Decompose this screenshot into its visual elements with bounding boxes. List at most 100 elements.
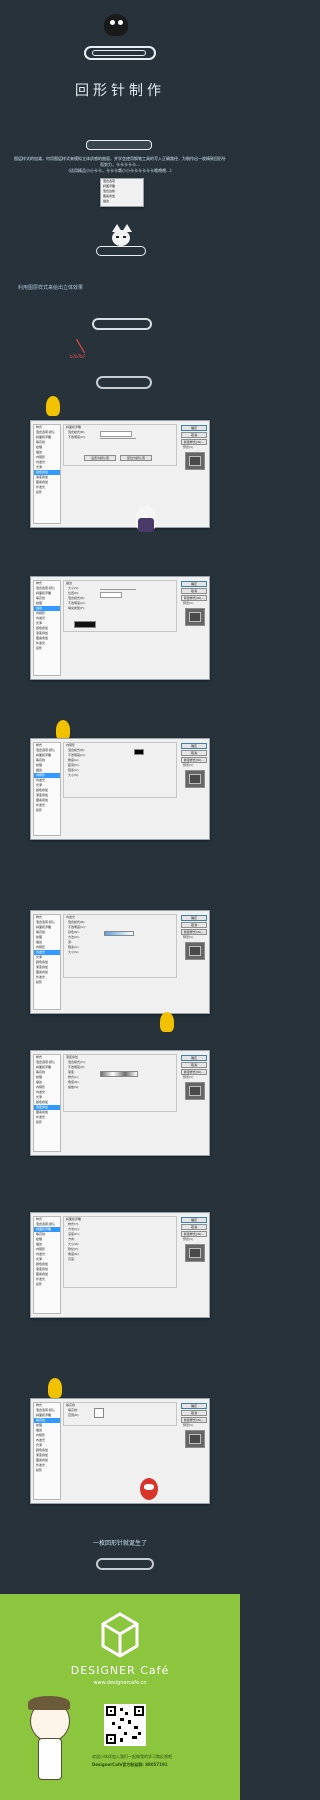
paperclip-icon [96,376,152,389]
options-group: 渐变叠加 混合模式(O): 不透明度(P): 渐变: 样式(L): 角度(N):… [63,1054,177,1112]
mascot-yellow [46,396,60,416]
cancel-button[interactable]: 取消 [181,1224,207,1230]
ok-button[interactable]: 确定 [181,1403,207,1409]
options-group: 等高线 等高线: 范围(R): [63,1402,177,1426]
contour-thumbnail[interactable] [94,1408,104,1418]
preview-checkbox[interactable]: 预览(V) [183,935,193,940]
intro-text: 图层样式的加减，何用图层样式来模拟立体质感的曲面，并学会使用钢笔工具的写入正确路… [14,156,226,167]
sidebar-item[interactable]: 投影 [34,1120,60,1125]
ok-button[interactable]: 确定 [181,581,207,587]
cancel-button[interactable]: 取消 [181,588,207,594]
style-preview [185,1244,205,1262]
sidebar-item[interactable]: 投影 [34,490,60,495]
style-sidebar: 样式 混合选项:默认 斜面和浮雕 等高线 纹理 描边 内阴影 内发光 光泽 颜色… [33,914,61,1010]
menu-item[interactable]: 描边 [101,199,143,204]
ok-button[interactable]: 确定 [181,1217,207,1223]
cancel-button[interactable]: 取消 [181,1410,207,1416]
sidebar-item[interactable]: 投影 [34,646,60,651]
options-group: 内阴影 混合模式(B): 不透明度(O): 角度(A): 距离(D): 阻塞(C… [63,742,177,798]
cancel-button[interactable]: 取消 [181,922,207,928]
size-slider[interactable] [100,589,136,590]
cancel-button[interactable]: 取消 [181,750,207,756]
position-select[interactable] [100,592,122,598]
preview-checkbox[interactable]: 预览(V) [183,445,193,450]
sidebar-item[interactable]: 投影 [34,1468,60,1473]
options-group: 斜面和浮雕 混合模式(B): 不透明度(O): 设置为默认值 复位为默认值 [63,424,177,466]
row-label: 缩放(S): [68,1085,80,1089]
reset-default-button[interactable]: 复位为默认值 [120,455,152,461]
page-title: 回形针制作 [75,83,165,99]
cancel-button[interactable]: 取消 [181,1062,207,1068]
cat-mascot-ear [112,224,122,232]
ok-button[interactable]: 确定 [181,743,207,749]
style-preview [185,1082,205,1100]
cat-mascot-eye [116,236,119,238]
gradient-swatch[interactable] [104,931,134,936]
color-code-label: b7b7b7 [70,354,86,359]
mascot-character-body [38,1738,62,1780]
ok-button[interactable]: 确定 [181,1055,207,1061]
style-sidebar: 样式 混合选项:默认 斜面和浮雕 等高线 纹理 描边 内阴影 内发光 光泽 颜色… [33,1216,61,1314]
style-preview [185,608,205,626]
style-preview [185,1430,205,1448]
layer-style-dialog: 样式 混合选项:默认 斜面和浮雕 等高线 纹理 描边 内阴影 内发光 光泽 颜色… [30,910,210,1014]
preview-checkbox[interactable]: 预览(V) [183,601,193,606]
shadow-color-swatch[interactable] [134,749,144,755]
cat-mascot-body [138,518,154,532]
cube-logo-icon [101,1612,139,1658]
row-label: 大小(S): [68,950,80,954]
preview-checkbox[interactable]: 预览(V) [183,1423,193,1428]
row-label: 高度: [68,1257,76,1261]
step-note: 利用图层样式来给出立体效果 [18,285,84,291]
sidebar-item[interactable]: 投影 [34,980,60,985]
layer-style-dialog: 样式 混合选项:默认 斜面和浮雕 等高线 纹理 描边 内阴影 内发光 光泽 颜色… [30,1398,210,1504]
header-mascot [104,14,128,36]
style-preview [185,452,205,470]
set-default-button[interactable]: 设置为默认值 [84,455,116,461]
robot-mascot-face [144,1484,154,1490]
cancel-button[interactable]: 取消 [181,432,207,438]
preview-checkbox[interactable]: 预览(V) [183,1237,193,1242]
stroke-color-swatch[interactable] [74,621,96,628]
header-mascot-eye [110,20,115,25]
paperclip-thumbnail [86,140,152,150]
intro-subtext: (适用精品小小卡卡，卡卡卡哦小小卡卡卡卡卡卡哦喂喂…) [68,168,172,173]
layer-style-dialog: 样式 混合选项:默认 斜面和浮雕 等高线 纹理 描边 内阴影 内发光 光泽 颜色… [30,576,210,680]
options-group: 描边 大小(S): 位置(P): 混合模式(B): 不透明度(O): 填充类型(… [63,580,177,632]
preview-checkbox[interactable]: 预览(V) [183,763,193,768]
ending-text: 一枚回形针就诞生了 [92,1540,147,1547]
qr-caption-group: DesignerCafe官方粉丝群: 88057191 [92,1762,168,1767]
pointer-line [76,338,85,354]
style-preview [185,770,205,788]
layer-style-dialog: 样式 混合选项:默认 斜面和浮雕 等高线 纹理 描边 内阴影 内发光 光泽 颜色… [30,738,210,840]
paperclip-icon [92,50,146,56]
blend-mode-select[interactable] [100,431,132,437]
style-sidebar: 样式 混合选项:默认 斜面和浮雕 等高线 纹理 描边 内阴影 内发光 光泽 颜色… [33,580,61,676]
mascot-character-hair [28,1696,70,1710]
header-mascot-eye [118,20,123,25]
cat-mascot-eye [123,236,126,238]
brand-url: www.designercafe.cn [93,1680,147,1686]
row-label: 范围(R): [68,1413,80,1417]
preview-checkbox[interactable]: 预览(V) [183,1075,193,1080]
layer-style-dialog: 样式 混合选项:默认 斜面和浮雕 等高线 纹理 描边 内阴影 内发光 光泽 颜色… [30,1212,210,1318]
row-label: 填充类型(F): [68,606,86,610]
ok-button[interactable]: 确定 [181,915,207,921]
mascot-yellow [56,720,70,740]
qr-code[interactable] [104,1704,146,1746]
style-sidebar: 样式 混合选项:默认 斜面和浮雕 等高线 纹理 描边 内阴影 内发光 光泽 颜色… [33,424,61,524]
qr-caption: 欢迎小伙伴加入我们一起做我的学习和反馈吧 [92,1754,172,1759]
layer-style-dialog: 样式 混合选项:默认 斜面和浮雕 等高线 纹理 描边 内阴影 内发光 光泽 颜色… [30,420,210,528]
layer-style-menu: 混合选项 斜面浮雕 混合边缘 图案叠加 描边 [100,178,144,207]
cat-mascot-ear [122,224,132,232]
cat-mascot [112,230,130,246]
sidebar-item[interactable]: 投影 [34,808,60,813]
gradient-swatch[interactable] [100,1071,138,1077]
ok-button[interactable]: 确定 [181,425,207,431]
style-preview [185,942,205,960]
options-group: 内发光 混合模式(B): 不透明度(O): 杂色(N): 方法(Q): 源: 阻… [63,914,177,978]
style-sidebar: 样式 混合选项:默认 斜面和浮雕 等高线 纹理 描边 内阴影 内发光 光泽 颜色… [33,1054,61,1152]
opacity-slider[interactable] [100,438,136,439]
brand-name: DESIGNER Café [70,1664,170,1677]
sidebar-item[interactable]: 投影 [34,1282,60,1287]
